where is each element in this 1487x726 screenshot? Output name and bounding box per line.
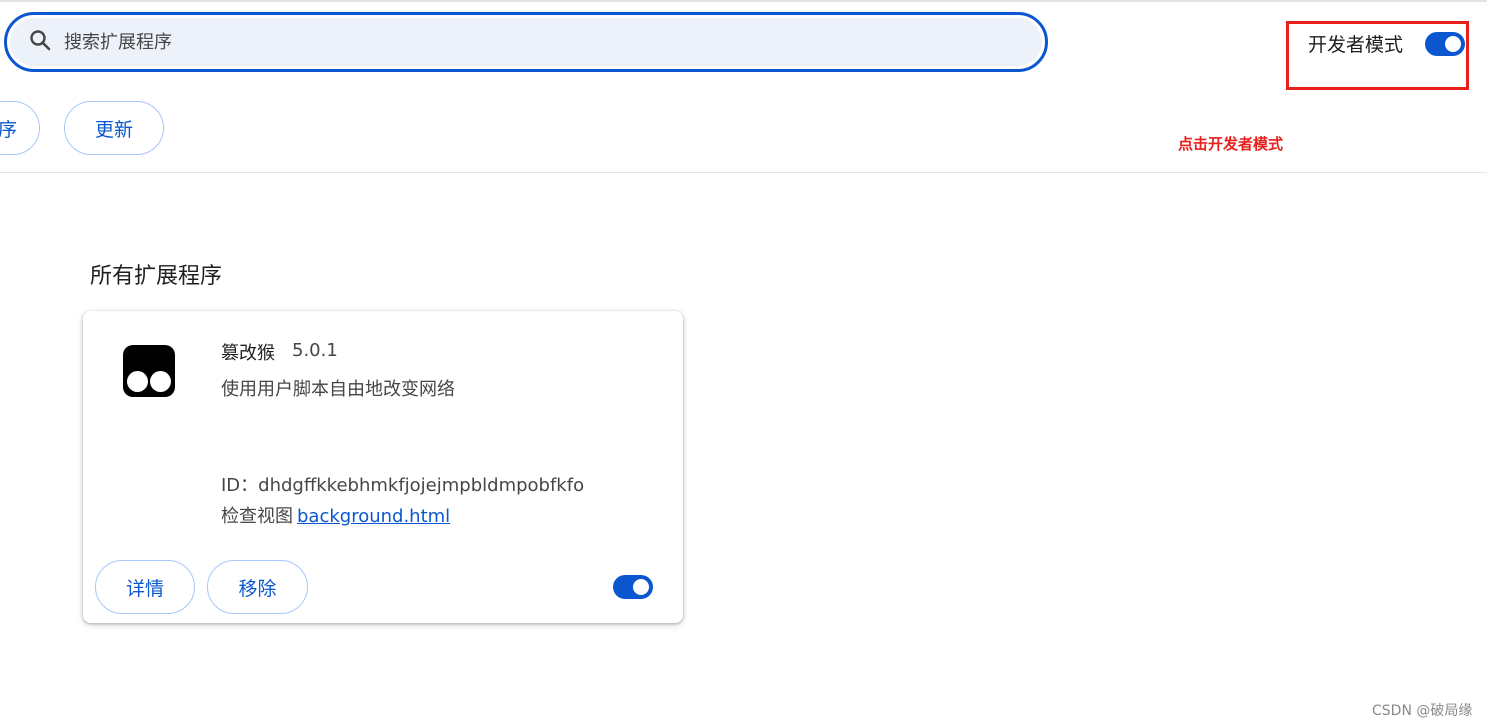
icon-eye-right <box>150 371 171 392</box>
search-icon <box>28 28 52 57</box>
section-title: 所有扩展程序 <box>90 264 223 289</box>
update-button[interactable]: 更新 <box>64 101 164 155</box>
extension-name: 篡改猴 <box>221 343 275 364</box>
details-label: 详情 <box>125 577 164 600</box>
search-box[interactable] <box>4 12 1048 72</box>
extension-id: ID：dhdgffkkebhmkfjojejmpbldmpobfkfo <box>221 471 584 497</box>
update-label: 更新 <box>94 118 133 141</box>
load-unpacked-label: 序 <box>0 118 17 141</box>
extension-enable-toggle[interactable] <box>613 575 653 599</box>
top-border <box>0 0 1487 2</box>
details-button[interactable]: 详情 <box>95 560 195 614</box>
icon-eye-left <box>127 371 148 392</box>
tampermonkey-icon <box>123 345 175 397</box>
search-field-container[interactable] <box>10 18 1042 66</box>
annotation-text: 点击开发者模式 <box>1178 135 1284 153</box>
remove-button[interactable]: 移除 <box>207 560 308 614</box>
background-page-link[interactable]: background.html <box>297 506 450 527</box>
remove-label: 移除 <box>238 577 277 600</box>
extension-description: 使用用户脚本自由地改变网络 <box>221 379 455 400</box>
toolbar-divider <box>0 172 1487 173</box>
inspect-views-label: 检查视图 <box>221 506 293 527</box>
toggle-knob <box>633 579 649 595</box>
extension-card: 篡改猴 5.0.1 使用用户脚本自由地改变网络 ID：dhdgffkkebhmk… <box>83 311 683 623</box>
extension-id-value: dhdgffkkebhmkfjojejmpbldmpobfkfo <box>258 475 585 496</box>
extension-version: 5.0.1 <box>292 340 338 361</box>
load-unpacked-button[interactable]: 序 <box>0 101 40 155</box>
search-input[interactable] <box>62 30 966 54</box>
annotation-highlight-box <box>1286 21 1469 90</box>
extension-id-label: ID： <box>221 475 259 496</box>
inspect-views: 检查视图 background.html <box>221 502 450 528</box>
watermark: CSDN @破局缘 <box>1372 703 1473 719</box>
